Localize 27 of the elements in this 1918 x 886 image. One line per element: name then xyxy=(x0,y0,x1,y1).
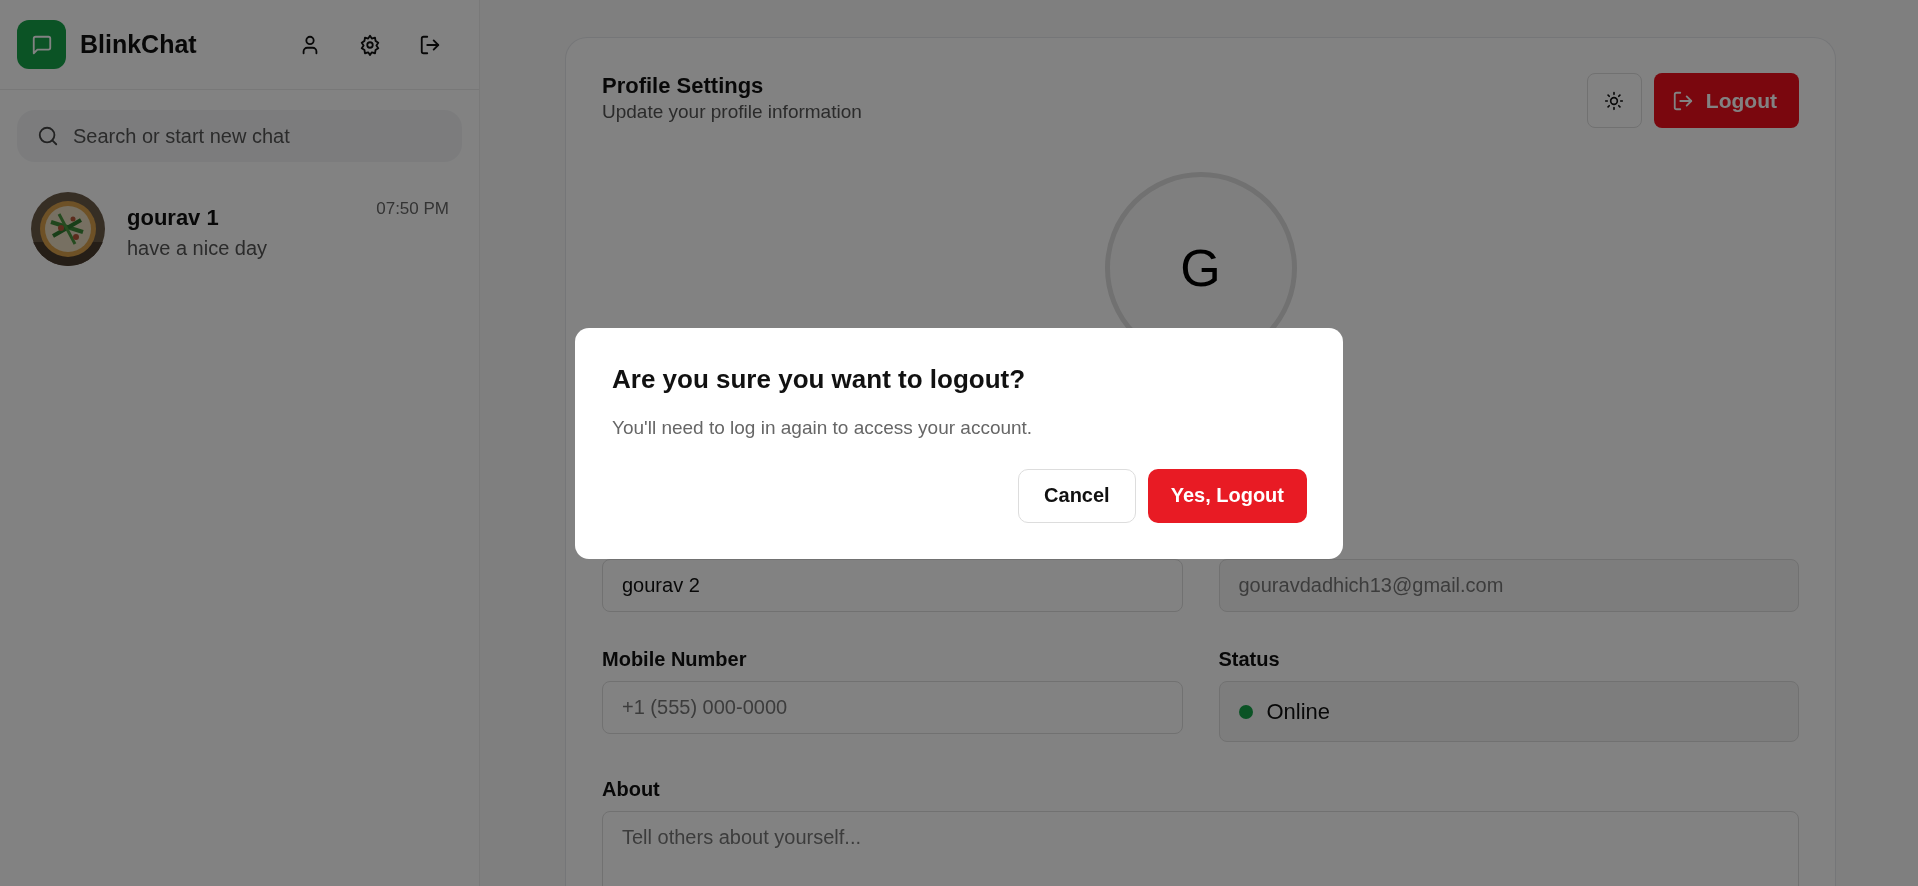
search-field[interactable]: Search or start new chat xyxy=(17,110,462,162)
dialog-title: Are you sure you want to logout? xyxy=(612,363,1027,395)
dialog-message: You'll need to log in again to access your account. xyxy=(612,416,1034,439)
chat-bubble-icon xyxy=(30,33,53,56)
search-icon xyxy=(37,125,59,147)
page-title: Profile Settings xyxy=(602,73,765,99)
search-input[interactable]: Search or start new chat xyxy=(71,123,444,149)
field-label: Mobile Number xyxy=(602,648,748,671)
cancel-button[interactable]: Cancel xyxy=(1018,468,1136,523)
settings-icon[interactable] xyxy=(359,33,381,56)
sun-icon xyxy=(1604,90,1625,111)
status-select[interactable]: Online xyxy=(1218,681,1799,742)
field-label: About xyxy=(602,778,661,801)
input-field[interactable]: gourav 2 xyxy=(602,559,1183,612)
contact-name: gourav 1 xyxy=(127,204,219,231)
message-time: 07:50 PM xyxy=(376,198,449,219)
input-field[interactable]: +1 (555) 000-0000 xyxy=(602,681,1183,734)
logout-button[interactable]: Logout xyxy=(1653,73,1799,128)
page-subtitle: Update your profile information xyxy=(602,101,862,123)
field-label: Status xyxy=(1218,648,1281,671)
message-preview: have a nice day xyxy=(127,236,269,260)
confirm-logout-button[interactable]: Yes, Logout xyxy=(1147,468,1307,523)
theme-toggle-button[interactable] xyxy=(1586,73,1642,128)
app-name: BlinkChat xyxy=(80,30,197,59)
about-field[interactable]: Tell others about yourself... xyxy=(602,811,1799,886)
logout-icon[interactable] xyxy=(419,33,441,56)
logout-icon xyxy=(1671,89,1694,112)
